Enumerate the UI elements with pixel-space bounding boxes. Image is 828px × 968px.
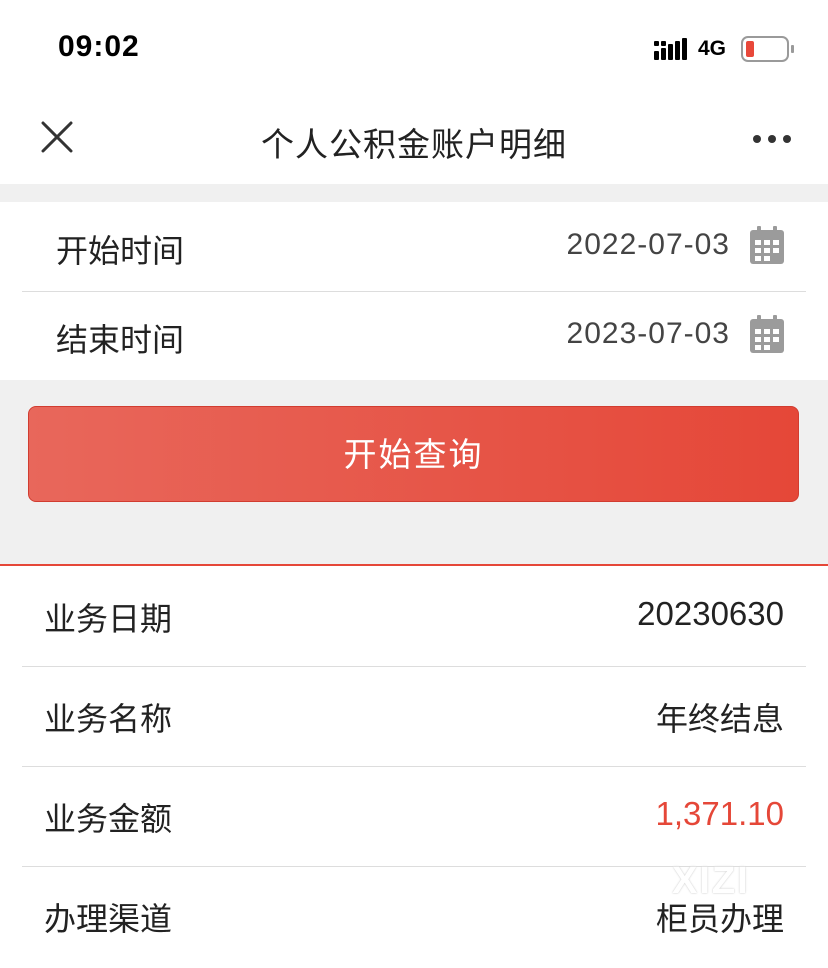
detail-row-business-date: 业务日期 20230630 <box>22 566 806 667</box>
detail-value: 年终结息 <box>655 700 784 738</box>
end-date-row[interactable]: 结束时间 2023-07-03 <box>22 291 806 380</box>
start-date-row[interactable]: 开始时间 2022-07-03 <box>22 202 806 292</box>
end-date-value[interactable]: 2023-07-03 <box>567 317 730 351</box>
more-icon[interactable] <box>752 134 792 144</box>
status-time: 09:02 <box>58 30 140 63</box>
signal-icon <box>654 38 687 60</box>
start-query-button[interactable]: 开始查询 <box>28 406 799 502</box>
detail-row-business-name: 业务名称 年终结息 <box>22 666 806 767</box>
date-query-card: 开始时间 2022-07-03 结束时间 2023-07-03 <box>0 202 828 380</box>
network-label: 4G <box>698 37 727 60</box>
detail-list: 业务日期 20230630 业务名称 年终结息 业务金额 1,371.10 办理… <box>0 566 828 968</box>
nav-bar: 个人公积金账户明细 <box>0 96 828 184</box>
detail-value: 20230630 <box>637 595 784 632</box>
calendar-icon[interactable] <box>750 226 784 264</box>
detail-label: 业务日期 <box>44 600 173 638</box>
calendar-icon[interactable] <box>750 315 784 353</box>
status-bar: 09:02 4G <box>0 0 828 96</box>
detail-row-business-amount: 业务金额 1,371.10 <box>22 766 806 867</box>
end-date-label: 结束时间 <box>56 321 185 359</box>
page-title: 个人公积金账户明细 <box>261 125 567 164</box>
watermark-logo: XIZI <box>672 860 750 902</box>
detail-value-amount: 1,371.10 <box>655 795 784 832</box>
detail-label: 业务名称 <box>44 700 173 738</box>
battery-icon <box>741 36 794 62</box>
start-date-value[interactable]: 2022-07-03 <box>567 228 730 262</box>
detail-label: 业务金额 <box>44 800 173 838</box>
start-date-label: 开始时间 <box>56 232 185 270</box>
detail-label: 办理渠道 <box>44 900 173 938</box>
